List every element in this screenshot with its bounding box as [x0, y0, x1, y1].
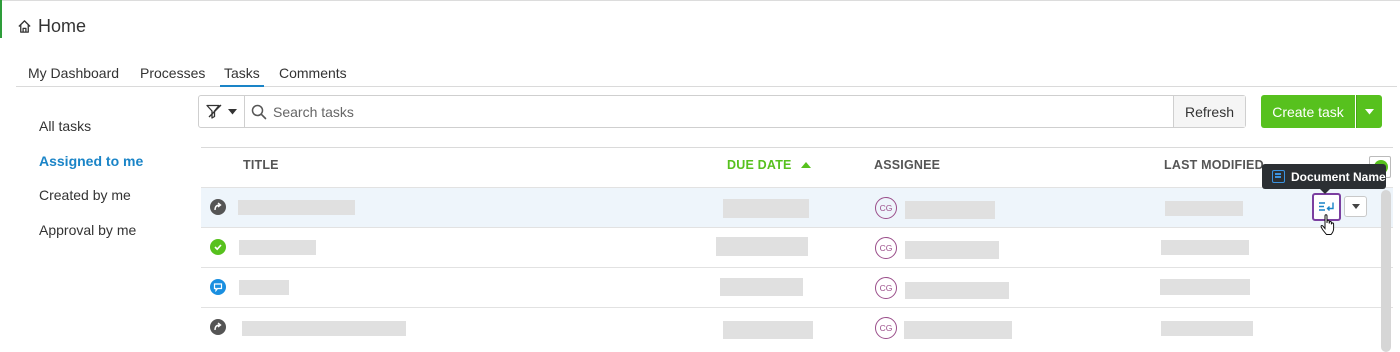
- in-progress-status-icon: [210, 319, 226, 335]
- table-scrollbar[interactable]: [1381, 190, 1391, 352]
- tab-tasks[interactable]: Tasks: [220, 64, 264, 87]
- last-modified-placeholder: [1160, 279, 1250, 295]
- table-row[interactable]: CG: [201, 267, 1393, 307]
- last-modified-placeholder: [1165, 201, 1243, 216]
- in-progress-status-icon: [210, 199, 226, 215]
- column-header-due-date[interactable]: DUE DATE: [727, 158, 811, 172]
- table-top-border: [201, 147, 1393, 148]
- assignee-name-placeholder: [905, 241, 999, 259]
- due-date-placeholder: [723, 321, 813, 339]
- page-title-text: Home: [38, 16, 87, 36]
- open-document-icon: [1319, 202, 1334, 211]
- completed-status-icon: [210, 239, 226, 255]
- tooltip-label: Document Name: [1291, 169, 1386, 184]
- tab-bar: My Dashboard Processes Tasks Comments: [16, 64, 1397, 87]
- sidebar-item-created-by-me[interactable]: Created by me: [39, 187, 131, 203]
- table-row[interactable]: CG: [201, 187, 1393, 227]
- search-toolbar: Refresh: [198, 95, 1246, 128]
- column-header-assignee[interactable]: ASSIGNEE: [874, 158, 940, 172]
- tab-processes[interactable]: Processes: [140, 64, 205, 86]
- hand-cursor-icon: [1320, 214, 1335, 235]
- create-task-dropdown-button[interactable]: [1356, 95, 1382, 128]
- search-input[interactable]: [273, 97, 1168, 126]
- avatar: CG: [875, 197, 897, 219]
- due-date-placeholder: [723, 199, 809, 218]
- assignee-name-placeholder: [904, 321, 1012, 339]
- assignee-name-placeholder: [905, 282, 1009, 299]
- filter-icon: [206, 104, 222, 119]
- title-placeholder: [242, 321, 406, 336]
- sort-ascending-icon: [800, 162, 811, 168]
- home-icon: [18, 20, 31, 33]
- create-task-button[interactable]: Create task: [1261, 95, 1355, 128]
- chevron-down-icon: [1351, 204, 1360, 209]
- chevron-down-icon: [228, 108, 237, 114]
- avatar: CG: [875, 277, 897, 299]
- top-border: [0, 0, 1400, 1]
- row-actions-dropdown-button[interactable]: [1344, 196, 1367, 217]
- refresh-button[interactable]: Refresh: [1173, 96, 1245, 127]
- chevron-down-icon: [1365, 108, 1374, 114]
- last-modified-placeholder: [1161, 240, 1249, 255]
- avatar: CG: [875, 317, 897, 339]
- title-placeholder: [239, 240, 316, 255]
- table-row[interactable]: CG: [201, 307, 1393, 347]
- due-date-placeholder: [720, 278, 803, 296]
- due-date-placeholder: [716, 237, 808, 256]
- table-row[interactable]: CG: [201, 227, 1393, 267]
- assignee-name-placeholder: [905, 201, 995, 219]
- document-name-tooltip: Document Name: [1262, 164, 1386, 194]
- filter-dropdown-button[interactable]: [199, 96, 245, 127]
- column-header-title[interactable]: TITLE: [243, 158, 279, 172]
- tab-my-dashboard[interactable]: My Dashboard: [28, 64, 119, 86]
- column-header-due-date-label: DUE DATE: [727, 158, 792, 172]
- sidebar-item-assigned-to-me[interactable]: Assigned to me: [39, 153, 143, 169]
- search-icon: [251, 104, 267, 120]
- title-placeholder: [238, 200, 355, 215]
- avatar: CG: [875, 237, 897, 259]
- page-title: Home: [17, 16, 86, 37]
- column-header-last-modified[interactable]: LAST MODIFIED: [1164, 158, 1264, 172]
- tab-comments[interactable]: Comments: [279, 64, 347, 86]
- document-icon: [1272, 170, 1285, 183]
- sidebar-item-all-tasks[interactable]: All tasks: [39, 118, 91, 134]
- title-placeholder: [239, 280, 289, 295]
- last-modified-placeholder: [1161, 321, 1253, 336]
- left-accent-bar: [0, 0, 2, 38]
- sidebar-item-approval-by-me[interactable]: Approval by me: [39, 222, 136, 238]
- comment-status-icon: [210, 279, 226, 295]
